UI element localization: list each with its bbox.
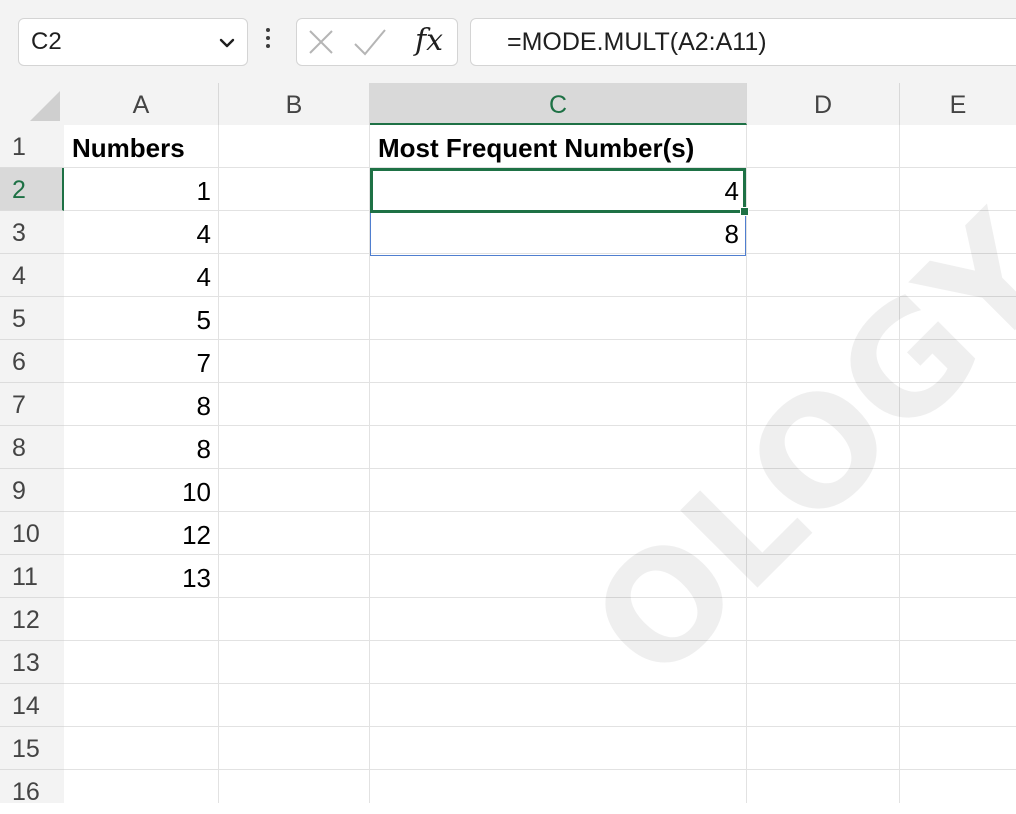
cell-c3[interactable]: 8 [370, 211, 747, 254]
row-header[interactable]: 15 [0, 727, 64, 770]
close-icon[interactable] [307, 28, 335, 56]
row-header[interactable]: 12 [0, 598, 64, 641]
cell-grid[interactable]: Numbers Most Frequent Number(s) 1 4 4 5 … [64, 125, 1016, 803]
cell-a6[interactable]: 7 [64, 340, 219, 383]
fill-handle[interactable] [740, 207, 749, 216]
select-all-corner[interactable] [0, 83, 64, 125]
row-header[interactable]: 7 [0, 383, 64, 426]
insert-function-icon[interactable]: fx [415, 23, 443, 58]
cell-a1[interactable]: Numbers [64, 125, 219, 168]
row-header[interactable]: 2 [0, 168, 64, 211]
formula-input[interactable]: =MODE.MULT(A2:A11) [470, 18, 1016, 66]
cell-a9[interactable]: 10 [64, 469, 219, 512]
row-header[interactable]: 13 [0, 641, 64, 684]
cell-a7[interactable]: 8 [64, 383, 219, 426]
row-header[interactable]: 14 [0, 684, 64, 727]
formula-text: =MODE.MULT(A2:A11) [507, 28, 767, 56]
row-header[interactable]: 9 [0, 469, 64, 512]
formula-bar: C2 fx =MODE.MULT(A2:A11) [0, 0, 1016, 83]
row-header[interactable]: 16 [0, 770, 64, 806]
more-vertical-icon[interactable] [262, 24, 274, 60]
cell-a8[interactable]: 8 [64, 426, 219, 469]
active-cell-selection [370, 168, 749, 216]
cell-a3[interactable]: 4 [64, 211, 219, 254]
name-box-value: C2 [31, 28, 62, 55]
row-header[interactable]: 11 [0, 555, 64, 598]
column-header-d[interactable]: D [747, 83, 900, 125]
cell-a2[interactable]: 1 [64, 168, 219, 211]
cell-a4[interactable]: 4 [64, 254, 219, 297]
formula-controls: fx [296, 18, 458, 66]
column-header-e[interactable]: E [900, 83, 1016, 125]
row-header[interactable]: 6 [0, 340, 64, 383]
row-header[interactable]: 3 [0, 211, 64, 254]
column-header-c[interactable]: C [370, 83, 747, 125]
column-header-b[interactable]: B [219, 83, 370, 125]
column-header-a[interactable]: A [64, 83, 219, 125]
row-header[interactable]: 1 [0, 125, 64, 168]
row-header[interactable]: 5 [0, 297, 64, 340]
checkmark-icon[interactable] [353, 27, 387, 57]
row-header[interactable]: 4 [0, 254, 64, 297]
row-header[interactable]: 10 [0, 512, 64, 555]
cell-c1[interactable]: Most Frequent Number(s) [370, 125, 747, 168]
cell-a11[interactable]: 13 [64, 555, 219, 598]
row-header[interactable]: 8 [0, 426, 64, 469]
chevron-down-icon[interactable] [217, 33, 237, 53]
name-box[interactable]: C2 [18, 18, 248, 66]
cell-a5[interactable]: 5 [64, 297, 219, 340]
cell-a10[interactable]: 12 [64, 512, 219, 555]
